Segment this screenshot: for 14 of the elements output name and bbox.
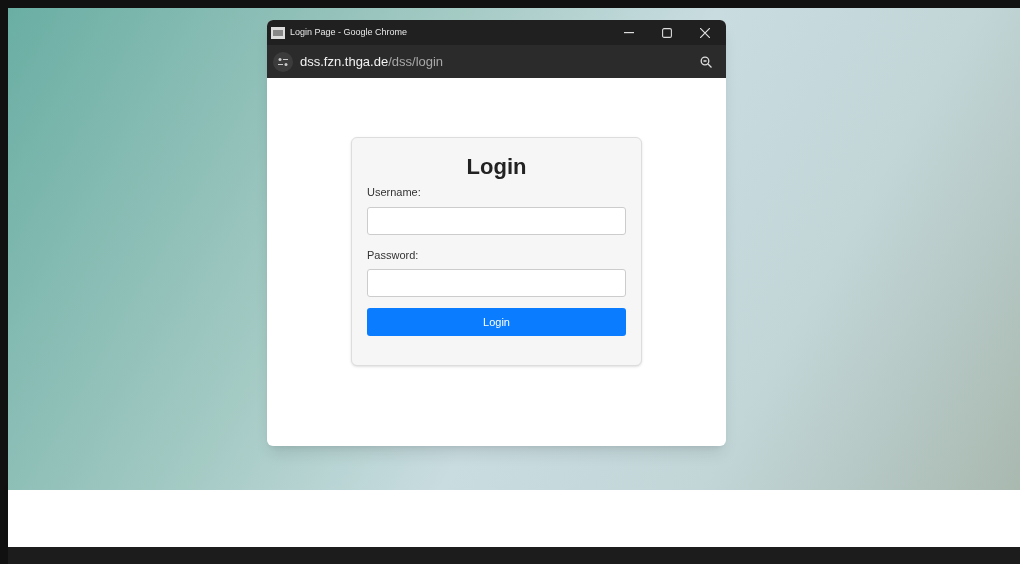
field-label: Password: [367, 247, 420, 263]
field-label: Username: [367, 185, 422, 200]
window-title: Login Page - Google Chrome [290, 25, 408, 39]
maximize-icon[interactable] [662, 27, 672, 38]
site-settings-icon[interactable] [273, 51, 293, 72]
url-text[interactable]: dss.fzn.thga.de/dss/login [300, 51, 444, 72]
minimize-icon[interactable] [624, 31, 634, 34]
close-icon[interactable] [700, 27, 710, 38]
input-field[interactable] [367, 206, 626, 235]
login-heading: Login [465, 153, 528, 181]
zoom-icon[interactable] [700, 55, 712, 68]
page-icon [271, 26, 285, 39]
input-field[interactable] [367, 269, 626, 297]
login-button[interactable]: Login [367, 308, 626, 336]
